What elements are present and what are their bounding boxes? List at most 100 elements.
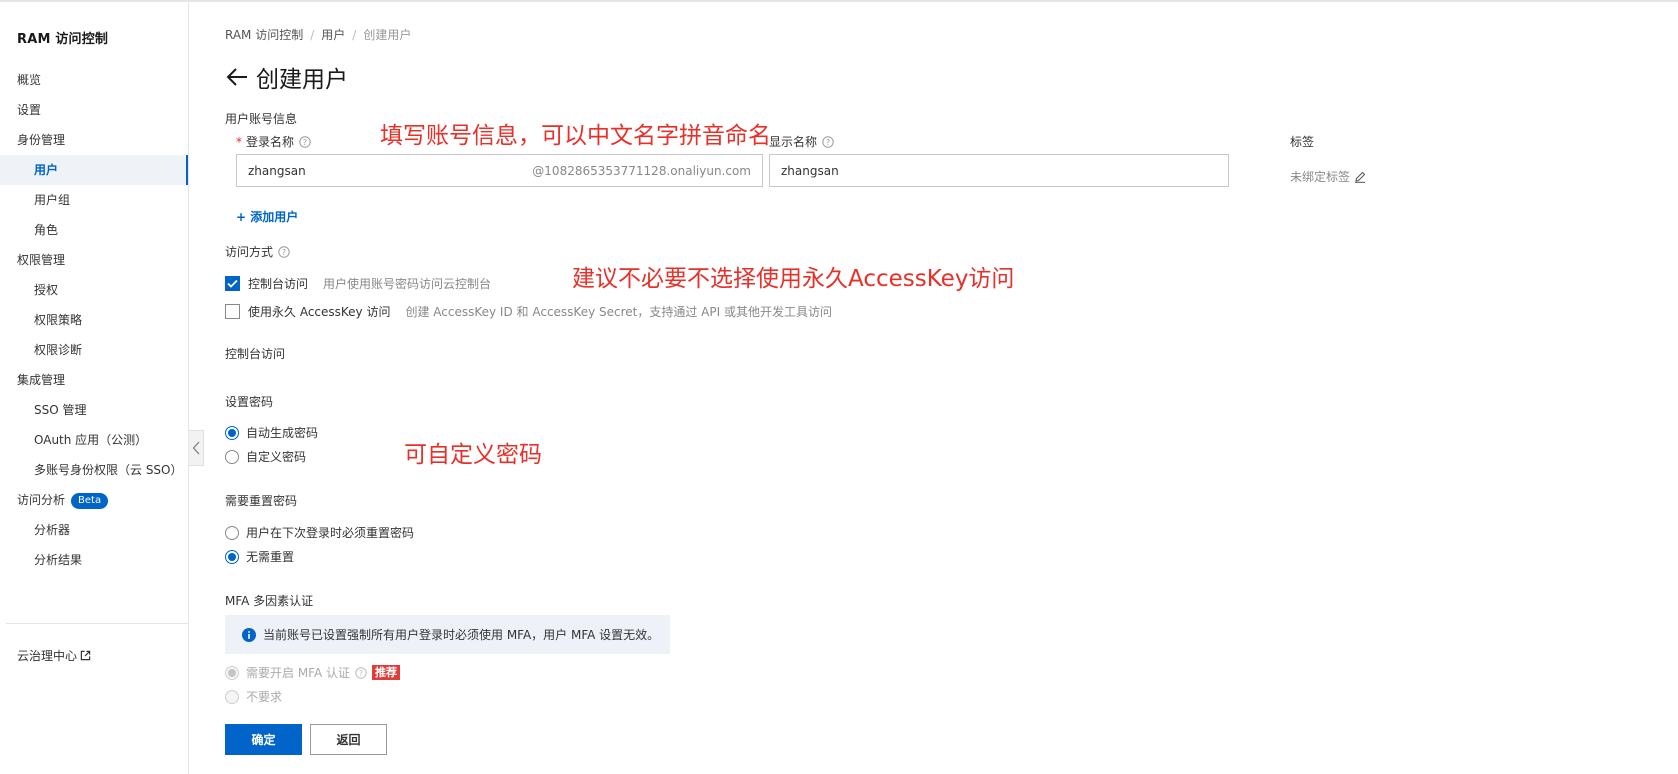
annotation-password: 可自定义密码 <box>404 442 542 468</box>
accesskey-access-desc: 创建 AccessKey ID 和 AccessKey Secret，支持通过 … <box>405 305 832 319</box>
reset-required-radio[interactable] <box>225 525 239 540</box>
mfa-alert-text: 当前账号已设置强制所有用户登录时必须使用 MFA，用户 MFA 设置无效。 <box>263 628 660 642</box>
console-access-option[interactable]: 控制台访问 用户使用账号密码访问云控制台 <box>225 275 491 292</box>
access-mode-label-text: 访问方式 <box>225 245 274 259</box>
password-auto-label: 自动生成密码 <box>246 426 319 440</box>
sidebar-item-label: 访问分析 <box>17 493 66 507</box>
tag-value: 未绑定标签 <box>1290 168 1366 185</box>
sidebar: RAM 访问控制 概览 设置 身份管理 用户 用户组 角色 权限管理 授权 权限… <box>0 2 189 774</box>
password-auto-radio[interactable] <box>225 425 239 440</box>
page-title-row: 创建用户 <box>225 60 348 94</box>
reset-required-label: 用户在下次登录时必须重置密码 <box>246 526 415 540</box>
recommend-badge: 推荐 <box>372 665 400 680</box>
chevron-left-icon <box>192 441 200 455</box>
info-icon <box>242 627 256 642</box>
password-option-custom[interactable]: 自定义密码 <box>225 448 306 465</box>
edit-pencil-icon[interactable] <box>1354 171 1366 183</box>
access-mode-label: 访问方式? <box>225 243 290 260</box>
help-icon[interactable]: ? <box>299 136 311 148</box>
help-icon[interactable]: ? <box>822 136 834 148</box>
help-icon[interactable]: ? <box>278 246 290 258</box>
sidebar-group-permissions[interactable]: 权限管理 <box>0 245 188 275</box>
account-info-section-label: 用户账号信息 <box>225 112 298 126</box>
sidebar-item-analysis-results[interactable]: 分析结果 <box>0 545 188 575</box>
sidebar-item-roles[interactable]: 角色 <box>0 215 188 245</box>
sidebar-item-settings[interactable]: 设置 <box>0 95 188 125</box>
login-name-value: zhangsan <box>248 163 306 178</box>
sidebar-item-cloud-governance[interactable]: 云治理中心 <box>0 641 188 671</box>
confirm-button[interactable]: 确定 <box>225 724 302 755</box>
reset-password-option-required[interactable]: 用户在下次登录时必须重置密码 <box>225 524 414 541</box>
mfa-option-not-required: 不要求 <box>225 688 282 705</box>
console-access-section-title: 控制台访问 <box>225 347 286 361</box>
sidebar-item-oauth[interactable]: OAuth 应用（公测） <box>0 425 188 455</box>
sidebar-group-integration[interactable]: 集成管理 <box>0 365 188 395</box>
reset-none-radio[interactable] <box>225 549 239 564</box>
svg-text:?: ? <box>303 138 307 147</box>
accesskey-access-label: 使用永久 AccessKey 访问 <box>248 305 391 319</box>
sidebar-item-cloud-sso[interactable]: 多账号身份权限（云 SSO） <box>0 455 188 485</box>
svg-text:?: ? <box>359 668 363 677</box>
login-name-domain-suffix: @1082865353771128.onaliyun.com <box>532 163 751 178</box>
back-button[interactable]: 返回 <box>310 724 387 755</box>
password-custom-label: 自定义密码 <box>246 450 307 464</box>
display-name-label: 显示名称? <box>769 133 834 150</box>
login-name-label-text: 登录名称 <box>246 135 295 149</box>
display-name-value: zhangsan <box>781 163 839 178</box>
top-border <box>0 0 1678 2</box>
console-access-label: 控制台访问 <box>248 277 309 291</box>
svg-text:?: ? <box>282 248 286 257</box>
console-access-checkbox[interactable] <box>225 276 240 291</box>
mfa-not-required-label: 不要求 <box>246 690 283 704</box>
tag-label: 标签 <box>1290 135 1315 149</box>
sidebar-title: RAM 访问控制 <box>17 32 109 47</box>
help-icon[interactable]: ? <box>355 666 367 679</box>
sidebar-item-sso[interactable]: SSO 管理 <box>0 395 188 425</box>
breadcrumb-separator: / <box>310 28 315 42</box>
sidebar-item-user-groups[interactable]: 用户组 <box>0 185 188 215</box>
sidebar-item-users[interactable]: 用户 <box>0 155 188 185</box>
login-name-label: * 登录名称? <box>236 133 311 150</box>
sidebar-item-grants[interactable]: 授权 <box>0 275 188 305</box>
mfa-info-alert: 当前账号已设置强制所有用户登录时必须使用 MFA，用户 MFA 设置无效。 <box>225 615 670 654</box>
svg-text:?: ? <box>826 138 830 147</box>
sidebar-item-diagnosis[interactable]: 权限诊断 <box>0 335 188 365</box>
accesskey-access-option[interactable]: 使用永久 AccessKey 访问 创建 AccessKey ID 和 Acce… <box>225 303 832 320</box>
breadcrumb-item-users[interactable]: 用户 <box>321 28 345 42</box>
mfa-not-required-radio <box>225 689 239 704</box>
tag-value-text: 未绑定标签 <box>1290 170 1351 184</box>
login-name-input[interactable]: zhangsan @1082865353771128.onaliyun.com <box>236 154 763 187</box>
check-icon <box>227 279 238 288</box>
password-custom-radio[interactable] <box>225 449 239 464</box>
sidebar-group-access-analysis[interactable]: 访问分析 Beta <box>0 485 188 515</box>
breadcrumb-item-ram[interactable]: RAM 访问控制 <box>225 28 303 42</box>
mfa-required-label: 需要开启 MFA 认证 <box>246 666 350 680</box>
annotation-account-info: 填写账号信息，可以中文名字拼音命名 <box>380 123 771 149</box>
sidebar-group-identity[interactable]: 身份管理 <box>0 125 188 155</box>
back-arrow-icon[interactable] <box>225 66 249 88</box>
reset-password-option-none[interactable]: 无需重置 <box>225 548 294 565</box>
display-name-input[interactable]: zhangsan <box>769 154 1229 187</box>
sidebar-item-label: 云治理中心 <box>17 649 78 663</box>
reset-none-label: 无需重置 <box>246 550 295 564</box>
sidebar-collapse-handle[interactable] <box>189 430 204 466</box>
breadcrumb-separator: / <box>352 28 357 42</box>
console-access-desc: 用户使用账号密码访问云控制台 <box>323 277 492 291</box>
required-mark: * <box>236 135 242 149</box>
accesskey-access-checkbox[interactable] <box>225 304 240 319</box>
sidebar-item-overview[interactable]: 概览 <box>0 65 188 95</box>
mfa-required-radio <box>225 665 239 680</box>
password-option-auto[interactable]: 自动生成密码 <box>225 424 318 441</box>
add-user-link[interactable]: + 添加用户 <box>236 208 298 225</box>
external-link-icon <box>80 650 91 661</box>
page-title: 创建用户 <box>256 67 348 93</box>
sidebar-item-analyzer[interactable]: 分析器 <box>0 515 188 545</box>
sidebar-divider <box>6 623 188 624</box>
beta-badge: Beta <box>71 493 109 509</box>
set-password-title: 设置密码 <box>225 395 274 409</box>
mfa-title: MFA 多因素认证 <box>225 594 314 608</box>
display-name-label-text: 显示名称 <box>769 135 818 149</box>
mfa-option-required: 需要开启 MFA 认证 ? 推荐 <box>225 664 400 681</box>
breadcrumb-item-current: 创建用户 <box>363 28 412 42</box>
sidebar-item-policies[interactable]: 权限策略 <box>0 305 188 335</box>
